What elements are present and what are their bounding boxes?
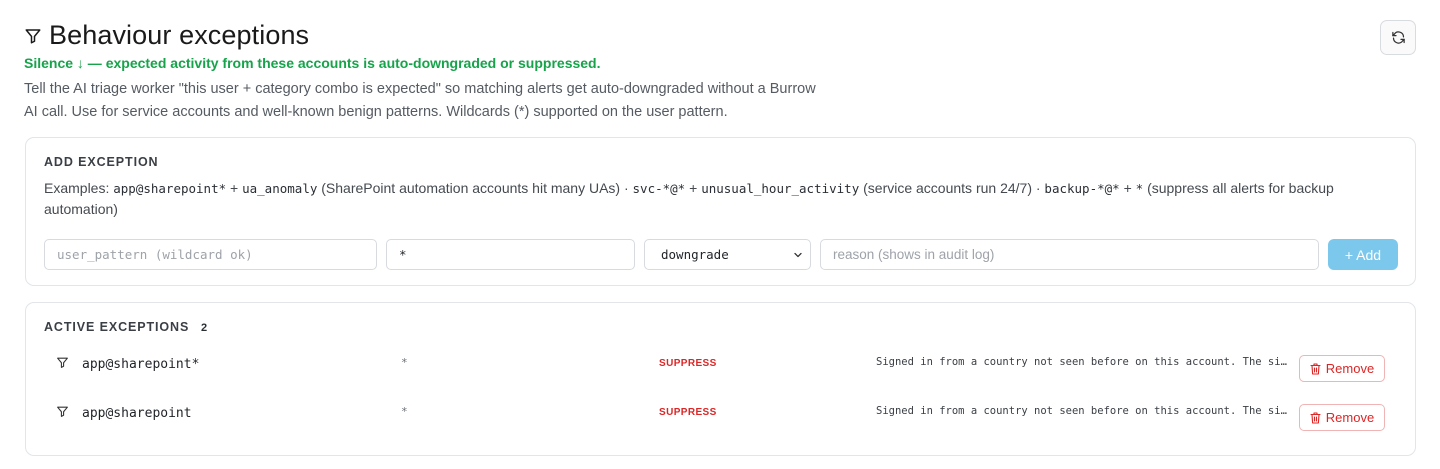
example-1-note: (SharePoint automation accounts hit many… (317, 180, 633, 196)
exception-action-badge: SUPPRESS (659, 407, 717, 418)
add-exception-card: ADD EXCEPTION Examples: app@sharepoint* … (25, 137, 1416, 286)
filter-icon (57, 357, 68, 368)
trash-icon (1310, 411, 1321, 424)
page-header: Behaviour exceptions Silence ↓ — expecte… (24, 20, 1416, 124)
title-row: Behaviour exceptions (24, 20, 1416, 50)
exception-action-badge: SUPPRESS (659, 358, 717, 369)
action-select[interactable]: downgrade (644, 239, 811, 270)
example-2-category: unusual_hour_activity (701, 181, 860, 196)
action-select-value: downgrade (661, 247, 729, 262)
active-exceptions-heading: ACTIVE EXCEPTIONS (44, 320, 190, 334)
exception-category: * (401, 405, 408, 418)
exception-user: app@sharepoint (82, 406, 192, 421)
examples-prefix: Examples: (44, 180, 114, 196)
refresh-button[interactable] (1380, 20, 1416, 55)
exception-row: app@sharepoint * SUPPRESS Signed in from… (26, 394, 1415, 434)
example-3-user: backup-*@* (1044, 181, 1120, 196)
remove-button[interactable]: Remove (1299, 355, 1385, 382)
example-2-plus: + (685, 180, 702, 196)
page-description: Tell the AI triage worker "this user + c… (24, 81, 816, 120)
refresh-icon (1391, 31, 1405, 44)
example-3-plus: + (1119, 180, 1136, 196)
exception-user: app@sharepoint* (82, 357, 200, 372)
example-1-category: ua_anomaly (242, 181, 318, 196)
remove-button-label: Remove (1325, 410, 1375, 425)
remove-button[interactable]: Remove (1299, 404, 1385, 431)
filter-icon (57, 406, 68, 417)
add-exception-heading: ADD EXCEPTION (44, 155, 159, 169)
exception-reason: Signed in from a country not seen before… (876, 356, 1288, 368)
example-2-note: (service accounts run 24/7) · (859, 180, 1045, 196)
add-button[interactable]: + Add (1328, 239, 1398, 270)
example-1-user: app@sharepoint* (113, 181, 227, 196)
example-1-plus: + (226, 180, 243, 196)
active-exceptions-card: ACTIVE EXCEPTIONS 2 app@sharepoint* * SU… (25, 302, 1416, 456)
chevron-down-icon (794, 252, 802, 257)
active-exceptions-count: 2 (201, 322, 208, 334)
examples-text: Examples: app@sharepoint* + ua_anomaly (… (44, 178, 1364, 220)
page-title: Behaviour exceptions (49, 19, 310, 50)
user-pattern-input[interactable] (44, 239, 377, 270)
trash-icon (1310, 362, 1321, 375)
remove-button-label: Remove (1325, 361, 1375, 376)
category-input[interactable] (386, 239, 635, 270)
exception-row: app@sharepoint* * SUPPRESS Signed in fro… (26, 345, 1415, 385)
exception-reason: Signed in from a country not seen before… (876, 405, 1288, 417)
example-2-user: svc-*@* (632, 181, 686, 196)
page-subtitle: Silence ↓ — expected activity from these… (24, 55, 601, 71)
reason-input[interactable] (820, 239, 1319, 270)
filter-icon (25, 29, 41, 44)
exception-category: * (401, 356, 408, 369)
